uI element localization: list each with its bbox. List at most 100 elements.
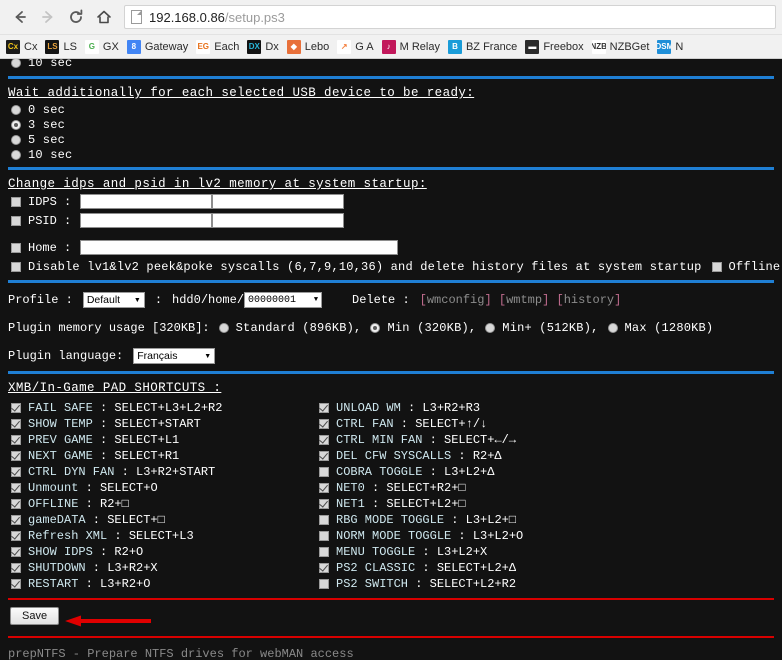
usb-wait-option[interactable]: 5 sec xyxy=(8,132,774,147)
bookmark-item[interactable]: ◆ Lebo xyxy=(285,37,335,57)
usb-wait-option[interactable]: 3 sec xyxy=(8,117,774,132)
shortcut-checkbox[interactable] xyxy=(11,547,21,557)
idps-field-2[interactable] xyxy=(212,194,344,209)
bookmark-item[interactable]: LS LS xyxy=(43,37,82,57)
save-button[interactable]: Save xyxy=(10,607,60,625)
shortcut-row[interactable]: CTRL MIN FAN : SELECT+←/→ xyxy=(316,432,624,448)
bookmark-item[interactable]: ↗ G A xyxy=(335,37,379,57)
bookmark-item[interactable]: ▬ Freebox xyxy=(523,37,589,57)
usb-wait-radio[interactable] xyxy=(11,149,21,160)
bookmark-item[interactable]: NZBNZBGet xyxy=(590,37,656,57)
plugin-memory-radio[interactable] xyxy=(218,323,229,333)
shortcut-checkbox[interactable] xyxy=(319,419,329,429)
delete-link[interactable]: [wmconfig] xyxy=(420,293,492,307)
bookmark-item[interactable]: 8 Gateway xyxy=(125,37,194,57)
shortcut-checkbox[interactable] xyxy=(11,563,21,573)
bookmark-item[interactable]: ♪ M Relay xyxy=(380,37,446,57)
shortcut-row[interactable]: Unmount : SELECT+O xyxy=(8,480,316,496)
bookmarks-bar[interactable]: Cx Cx LS LS G GX 8 Gateway EG Each DX Dx ◆ Lebo ↗ G A ♪ M… xyxy=(0,34,782,58)
shortcut-row[interactable]: gameDATA : SELECT+□ xyxy=(8,512,316,528)
shortcut-checkbox[interactable] xyxy=(11,499,21,509)
shortcut-checkbox[interactable] xyxy=(319,467,329,477)
usb-wait-option[interactable]: 10 sec xyxy=(8,147,774,162)
home-field[interactable] xyxy=(80,240,398,255)
shortcut-checkbox[interactable] xyxy=(11,531,21,541)
shortcut-row[interactable]: UNLOAD WM : L3+R2+R3 xyxy=(316,400,624,416)
plugin-memory-option[interactable]: Min+ (512KB), xyxy=(482,321,598,335)
shortcut-checkbox[interactable] xyxy=(319,515,329,525)
psid-checkbox[interactable] xyxy=(11,215,21,226)
shortcut-checkbox[interactable] xyxy=(319,435,329,445)
offline-checkbox[interactable] xyxy=(711,261,722,272)
shortcut-checkbox[interactable] xyxy=(319,483,329,493)
shortcut-checkbox[interactable] xyxy=(319,579,329,589)
shortcut-row[interactable]: SHOW TEMP : SELECT+START xyxy=(8,416,316,432)
shortcut-row[interactable]: Refresh XML : SELECT+L3 xyxy=(8,528,316,544)
bookmark-item[interactable]: DSMN xyxy=(655,37,689,57)
shortcut-row[interactable]: FAIL SAFE : SELECT+L3+L2+R2 xyxy=(8,400,316,416)
shortcut-checkbox[interactable] xyxy=(319,451,329,461)
shortcut-row[interactable]: SHUTDOWN : L3+R2+X xyxy=(8,560,316,576)
bookmark-item[interactable]: G GX xyxy=(83,37,125,57)
shortcut-row[interactable]: NET0 : SELECT+R2+□ xyxy=(316,480,624,496)
shortcut-checkbox[interactable] xyxy=(11,515,21,525)
shortcut-checkbox[interactable] xyxy=(11,435,21,445)
bookmark-item[interactable]: DX Dx xyxy=(245,37,284,57)
idps-field-1[interactable] xyxy=(80,194,212,209)
shortcut-row[interactable]: OFFLINE : R2+□ xyxy=(8,496,316,512)
psid-field-1[interactable] xyxy=(80,213,212,228)
address-bar[interactable]: 192.168.0.86/setup.ps3 xyxy=(124,5,776,29)
shortcut-row[interactable]: NET1 : SELECT+L2+□ xyxy=(316,496,624,512)
shortcut-row[interactable]: CTRL FAN : SELECT+↑/↓ xyxy=(316,416,624,432)
home-icon[interactable] xyxy=(90,3,118,31)
shortcut-row[interactable]: RBG MODE TOGGLE : L3+L2+□ xyxy=(316,512,624,528)
usb-wait-option[interactable]: 0 sec xyxy=(8,102,774,117)
shortcut-row[interactable]: RESTART : L3+R2+O xyxy=(8,576,316,592)
radio-top-partial[interactable] xyxy=(11,59,21,68)
reload-icon[interactable] xyxy=(62,3,90,31)
bookmark-item[interactable]: Cx Cx xyxy=(4,37,43,57)
plugin-memory-radio[interactable] xyxy=(485,323,496,333)
profile-select[interactable]: Default ▼ xyxy=(82,292,145,308)
footer-links[interactable]: prepNTFS - Prepare NTFS drives for webMA… xyxy=(8,646,774,660)
shortcut-checkbox[interactable] xyxy=(319,563,329,573)
plugin-memory-radio[interactable] xyxy=(370,323,381,333)
shortcut-row[interactable]: CTRL DYN FAN : L3+R2+START xyxy=(8,464,316,480)
plugin-memory-option[interactable]: Min (320KB), xyxy=(367,321,476,335)
shortcut-row[interactable]: SHOW IDPS : R2+O xyxy=(8,544,316,560)
shortcut-checkbox[interactable] xyxy=(319,547,329,557)
shortcut-row[interactable]: NEXT GAME : SELECT+R1 xyxy=(8,448,316,464)
shortcut-checkbox[interactable] xyxy=(319,499,329,509)
shortcut-row[interactable]: NORM MODE TOGGLE : L3+L2+O xyxy=(316,528,624,544)
plugin-memory-radio[interactable] xyxy=(607,323,618,333)
bookmark-item[interactable]: B BZ France xyxy=(446,37,523,57)
footer-link[interactable]: prepNTFS - Prepare NTFS drives for webMA… xyxy=(8,646,774,660)
usb-wait-radio[interactable] xyxy=(11,104,21,115)
shortcut-checkbox[interactable] xyxy=(11,451,21,461)
shortcut-row[interactable]: PREV GAME : SELECT+L1 xyxy=(8,432,316,448)
bookmark-item[interactable]: EG Each xyxy=(194,37,245,57)
shortcut-row[interactable]: MENU TOGGLE : L3+L2+X xyxy=(316,544,624,560)
home-id-select[interactable]: 00000001 ▼ xyxy=(244,292,323,308)
shortcut-checkbox[interactable] xyxy=(11,419,21,429)
idps-checkbox[interactable] xyxy=(11,196,21,207)
delete-link[interactable]: [wmtmp] xyxy=(499,293,549,307)
shortcut-row[interactable]: DEL CFW SYSCALLS : R2+Δ xyxy=(316,448,624,464)
usb-wait-radio[interactable] xyxy=(11,119,21,130)
plugin-language-select[interactable]: Français ▼ xyxy=(133,348,216,364)
shortcut-row[interactable]: COBRA TOGGLE : L3+L2+Δ xyxy=(316,464,624,480)
shortcut-checkbox[interactable] xyxy=(11,483,21,493)
shortcut-checkbox[interactable] xyxy=(11,467,21,477)
home-checkbox[interactable] xyxy=(11,242,21,253)
disable-syscalls-checkbox[interactable] xyxy=(11,261,21,272)
shortcut-checkbox[interactable] xyxy=(319,403,329,413)
psid-field-2[interactable] xyxy=(212,213,344,228)
shortcut-row[interactable]: PS2 CLASSIC : SELECT+L2+Δ xyxy=(316,560,624,576)
shortcut-checkbox[interactable] xyxy=(319,531,329,541)
plugin-memory-option[interactable]: Standard (896KB), xyxy=(216,321,362,335)
delete-link[interactable]: [history] xyxy=(556,293,621,307)
shortcut-row[interactable]: PS2 SWITCH : SELECT+L2+R2 xyxy=(316,576,624,592)
shortcut-checkbox[interactable] xyxy=(11,579,21,589)
usb-wait-radio[interactable] xyxy=(11,134,21,145)
back-arrow-icon[interactable] xyxy=(6,3,34,31)
